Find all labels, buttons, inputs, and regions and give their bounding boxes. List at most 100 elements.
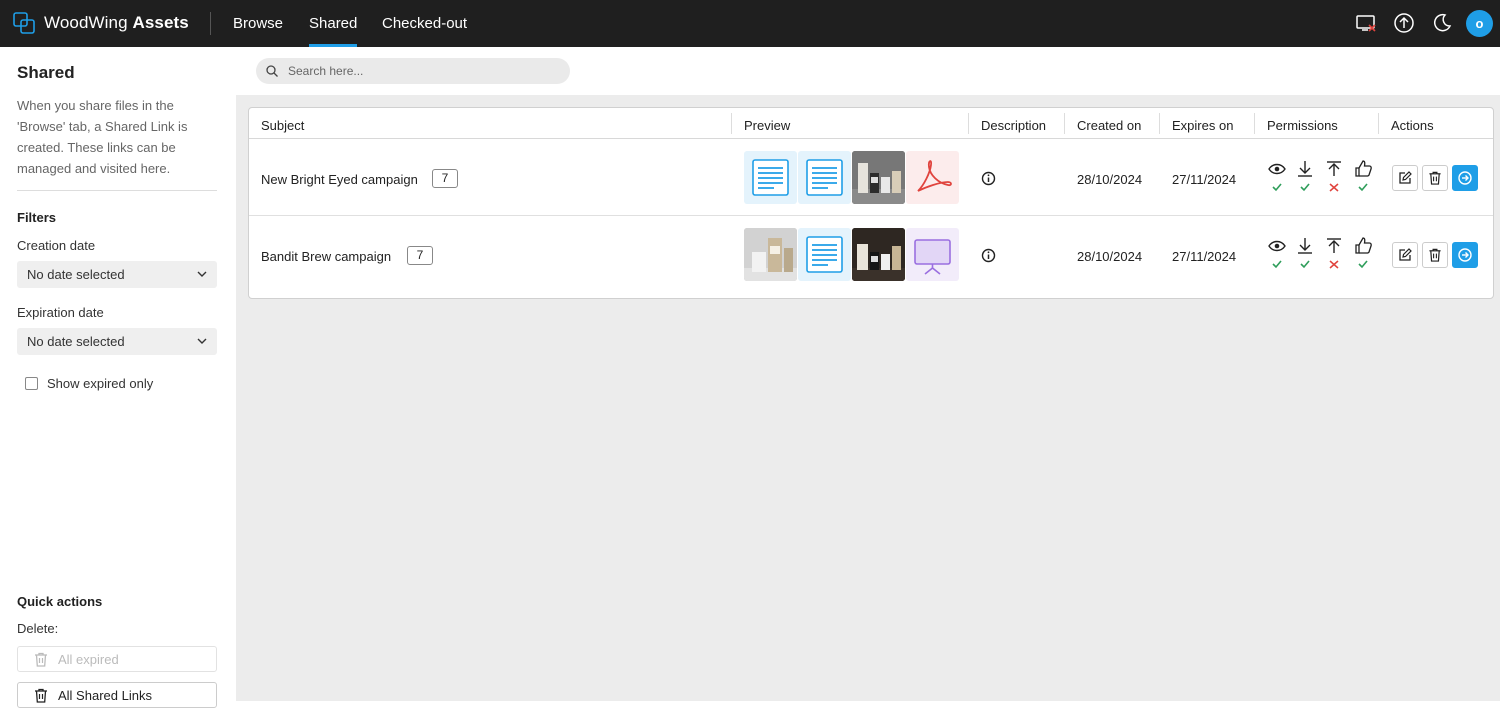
- search-box[interactable]: [256, 58, 570, 84]
- pdf-icon: [917, 160, 952, 192]
- shared-links-table: Subject Preview Description Created on E…: [248, 107, 1494, 299]
- preview-product-photo[interactable]: [852, 228, 905, 281]
- download-permission-icon: [1298, 161, 1312, 192]
- product-photo-icon: [852, 228, 905, 281]
- creation-date-select[interactable]: No date selected: [17, 261, 217, 288]
- edit-button[interactable]: [1392, 165, 1418, 191]
- preview-document[interactable]: [798, 228, 851, 281]
- sidebar: Shared When you share files in the 'Brow…: [0, 47, 236, 724]
- column-separator: [731, 113, 732, 134]
- sidebar-description: When you share files in the 'Browse' tab…: [17, 98, 188, 176]
- preview-presentation[interactable]: [906, 228, 959, 281]
- sidebar-title: Shared: [17, 63, 75, 82]
- upload-icon[interactable]: [1393, 12, 1415, 34]
- trash-icon: [35, 688, 47, 703]
- approve-permission-icon: [1355, 237, 1372, 269]
- nav-active-indicator: [309, 44, 357, 47]
- header-description: Description: [981, 118, 1047, 133]
- file-count-badge: 7: [432, 169, 458, 188]
- brand-name[interactable]: WoodWing Assets: [44, 13, 189, 33]
- upload-permission-icon: [1327, 161, 1341, 192]
- search-input[interactable]: [288, 62, 558, 80]
- moon-icon[interactable]: [1431, 12, 1453, 34]
- table-row[interactable]: New Bright Eyed campaign 7 28/10/2024 27…: [249, 139, 1493, 216]
- header-preview: Preview: [744, 118, 791, 133]
- header-actions: Actions: [1391, 118, 1434, 133]
- expires-on-date: 27/11/2024: [1172, 172, 1237, 187]
- header-permissions: Permissions: [1267, 118, 1338, 133]
- trash-icon: [1429, 171, 1441, 185]
- arrow-right-circle-icon: [1458, 171, 1472, 185]
- column-separator: [1254, 113, 1255, 134]
- quick-actions-heading: Quick actions: [17, 594, 103, 609]
- table-row[interactable]: Bandit Brew campaign 7 28/10/2024 27/11/…: [249, 216, 1493, 293]
- column-separator: [1378, 113, 1379, 134]
- delete-label: Delete:: [17, 621, 59, 636]
- arrow-right-circle-icon: [1458, 248, 1472, 262]
- download-permission-icon: [1298, 238, 1312, 269]
- nav-checked-out[interactable]: Checked-out: [382, 15, 467, 32]
- header-expires-on[interactable]: Expires on: [1172, 118, 1233, 133]
- preview-pdf[interactable]: [906, 151, 959, 204]
- column-separator: [1064, 113, 1065, 134]
- delete-all-expired-button[interactable]: All expired: [17, 646, 217, 672]
- document-icon: [806, 159, 843, 196]
- row-subject[interactable]: Bandit Brew campaign: [261, 249, 391, 264]
- nav-shared[interactable]: Shared: [309, 15, 357, 32]
- brand-part1: WoodWing: [44, 13, 128, 32]
- upload-permission-icon: [1327, 238, 1341, 269]
- header-created-on[interactable]: Created on: [1077, 118, 1141, 133]
- open-link-button[interactable]: [1452, 165, 1478, 191]
- open-link-button[interactable]: [1452, 242, 1478, 268]
- column-separator: [1159, 113, 1160, 134]
- preview-product-photo[interactable]: [744, 228, 797, 281]
- screen-error-icon[interactable]: [1355, 12, 1377, 34]
- avatar[interactable]: o: [1466, 10, 1493, 37]
- all-expired-label: All expired: [58, 652, 119, 667]
- preview-document[interactable]: [798, 151, 851, 204]
- chevron-down-icon: [197, 338, 207, 344]
- created-on-date: 28/10/2024: [1077, 249, 1143, 264]
- view-permission-icon: [1268, 240, 1286, 269]
- show-expired-checkbox[interactable]: [25, 377, 38, 390]
- delete-all-shared-links-button[interactable]: All Shared Links: [17, 682, 217, 708]
- product-photo-icon: [744, 228, 797, 281]
- expiration-date-label: Expiration date: [17, 305, 104, 320]
- search-icon: [266, 65, 278, 77]
- file-count-badge: 7: [407, 246, 433, 265]
- chevron-down-icon: [197, 271, 207, 277]
- edit-icon: [1399, 171, 1412, 184]
- trash-icon: [1429, 248, 1441, 262]
- top-bar: WoodWing Assets Browse Shared Checked-ou…: [0, 0, 1500, 47]
- approve-permission-icon: [1355, 160, 1372, 192]
- expiration-date-value: No date selected: [27, 334, 125, 349]
- brand-divider: [210, 12, 211, 35]
- delete-button[interactable]: [1422, 242, 1448, 268]
- creation-date-value: No date selected: [27, 267, 125, 282]
- preview-product-photo[interactable]: [852, 151, 905, 204]
- header-subject[interactable]: Subject: [261, 118, 304, 133]
- edit-button[interactable]: [1392, 242, 1418, 268]
- info-icon[interactable]: [981, 171, 996, 186]
- filters-heading: Filters: [17, 210, 57, 225]
- presentation-icon: [914, 239, 951, 275]
- product-photo-icon: [852, 151, 905, 204]
- creation-date-label: Creation date: [17, 238, 96, 253]
- preview-document[interactable]: [744, 151, 797, 204]
- bottom-strip: [236, 701, 1500, 724]
- row-subject[interactable]: New Bright Eyed campaign: [261, 172, 418, 187]
- expiration-date-select[interactable]: No date selected: [17, 328, 217, 355]
- brand-part2: Assets: [132, 13, 189, 32]
- show-expired-label[interactable]: Show expired only: [47, 376, 153, 391]
- created-on-date: 28/10/2024: [1077, 172, 1143, 187]
- info-icon[interactable]: [981, 248, 996, 263]
- sidebar-divider: [17, 190, 217, 191]
- document-icon: [806, 236, 843, 273]
- expires-on-date: 27/11/2024: [1172, 249, 1237, 264]
- delete-button[interactable]: [1422, 165, 1448, 191]
- edit-icon: [1399, 248, 1412, 261]
- all-shared-links-label: All Shared Links: [58, 688, 152, 703]
- nav-browse[interactable]: Browse: [233, 15, 283, 32]
- trash-icon: [35, 652, 47, 667]
- column-separator: [968, 113, 969, 134]
